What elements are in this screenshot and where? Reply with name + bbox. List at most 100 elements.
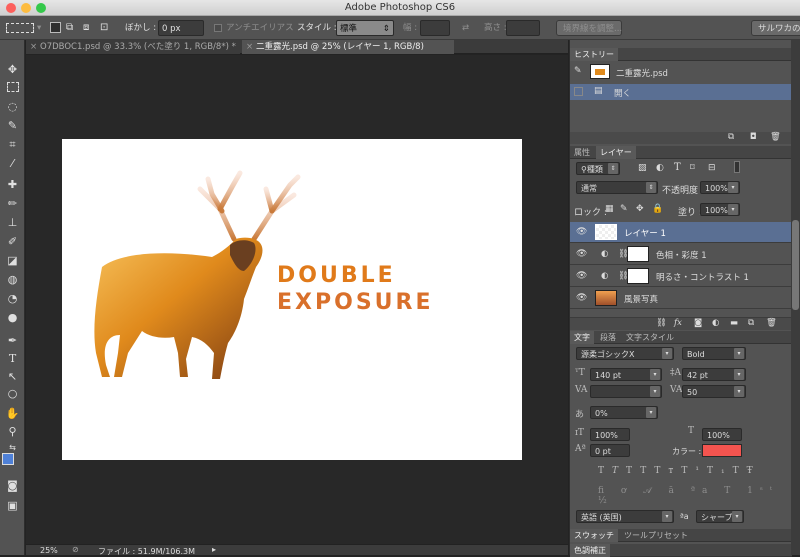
opentype-buttons[interactable]: ﬁ ơ 𝒜 ā ªa T 1ˢᵗ ½ bbox=[598, 486, 800, 506]
new-layer-icon[interactable]: ⧉ bbox=[748, 318, 754, 328]
height-input[interactable] bbox=[506, 20, 540, 36]
clone-stamp-tool-icon[interactable]: ⊥ bbox=[4, 215, 21, 231]
ellipse-tool-icon[interactable]: ○ bbox=[4, 386, 21, 402]
trash-icon[interactable]: 🗑 bbox=[766, 318, 777, 328]
language-select[interactable]: 英語 (英国) ▾ bbox=[576, 510, 674, 523]
antialias-select[interactable]: シャープ ▾ bbox=[696, 510, 744, 523]
layer-row-partial[interactable] bbox=[570, 310, 792, 318]
close-tab-icon[interactable]: × bbox=[246, 40, 253, 54]
layer-row[interactable]: 👁 風景写真 bbox=[570, 288, 792, 309]
tab-history[interactable]: ヒストリー bbox=[570, 48, 618, 61]
close-tab-icon[interactable]: × bbox=[30, 40, 37, 54]
add-mask-icon[interactable]: ◙ bbox=[694, 318, 702, 328]
tab-document-2[interactable]: × 二重露光.psd @ 25% (レイヤー 1, RGB/8) bbox=[242, 40, 454, 54]
tab-properties[interactable]: 属性 bbox=[570, 146, 594, 159]
history-snapshot-row[interactable]: ✎ 二重露光.psd bbox=[570, 62, 792, 82]
type-tool-icon[interactable]: T bbox=[4, 351, 21, 367]
blend-mode-select[interactable]: 通常 ⇕ bbox=[576, 181, 658, 194]
tab-document-1[interactable]: × O7DBOC1.psd @ 33.3% (べた塗り 1, RGB/8*) * bbox=[26, 40, 240, 54]
baseline-shift-input[interactable]: 0 pt bbox=[590, 444, 630, 457]
foreground-color-swatch[interactable] bbox=[2, 453, 14, 465]
lock-transparent-icon[interactable]: ▦ bbox=[605, 204, 614, 214]
shape-filter-icon[interactable]: ⌑ bbox=[690, 163, 695, 173]
style-select[interactable]: 標準 ⇕ bbox=[336, 20, 394, 36]
width-input[interactable] bbox=[420, 20, 450, 36]
history-brush-tool-icon[interactable]: ✐ bbox=[4, 234, 21, 250]
font-style-select[interactable]: Bold ▾ bbox=[682, 347, 746, 360]
marquee-tool-icon[interactable] bbox=[7, 82, 19, 92]
status-icon[interactable]: ⊘ bbox=[72, 545, 79, 554]
visibility-eye-icon[interactable]: 👁 bbox=[576, 293, 587, 303]
trash-icon[interactable]: 🗑 bbox=[770, 132, 781, 142]
zoom-tool-icon[interactable]: ⚲ bbox=[4, 424, 21, 440]
quick-mask-icon[interactable]: ◙ bbox=[4, 478, 21, 494]
type-filter-icon[interactable]: T bbox=[674, 162, 681, 173]
layer-filter-select[interactable]: ⚲種類 ⇕ bbox=[576, 162, 620, 175]
blur-tool-icon[interactable]: ◔ bbox=[4, 291, 21, 307]
new-group-icon[interactable]: ▬ bbox=[730, 318, 738, 328]
workspace-button[interactable]: サルワカの基 bbox=[751, 20, 800, 36]
visibility-eye-icon[interactable]: 👁 bbox=[576, 271, 587, 281]
layer-row[interactable]: 👁 ◐ ⛓ 明るさ・コントラスト 1 bbox=[570, 266, 792, 287]
chevron-down-icon[interactable]: ▾ bbox=[37, 20, 41, 36]
refine-edge-button[interactable]: 境界線を調整... bbox=[556, 20, 622, 36]
zoom-level[interactable]: 25% bbox=[40, 546, 58, 555]
tab-character[interactable]: 文字 bbox=[570, 331, 594, 344]
layer-row[interactable]: 👁 レイヤー 1 bbox=[570, 222, 792, 243]
lasso-tool-icon[interactable]: ◌ bbox=[4, 99, 21, 115]
fill-input[interactable]: 100% ▾ bbox=[700, 203, 740, 216]
type-style-buttons[interactable]: TTTTTᴛT¹T₁TŦ bbox=[598, 466, 761, 476]
tracking-input[interactable]: 50 ▾ bbox=[682, 385, 746, 398]
crop-tool-icon[interactable]: ⌗ bbox=[4, 137, 21, 153]
link-layers-icon[interactable]: ⛓ bbox=[656, 318, 667, 328]
new-adjustment-icon[interactable]: ◐ bbox=[712, 318, 719, 328]
panel-scrollbar-thumb[interactable] bbox=[792, 220, 799, 310]
move-tool-icon[interactable]: ✥ bbox=[4, 62, 21, 78]
new-document-from-state-icon[interactable]: ⧉ bbox=[728, 132, 734, 142]
eyedropper-tool-icon[interactable]: ⁄ bbox=[4, 156, 21, 172]
text-color-swatch[interactable] bbox=[702, 444, 742, 457]
visibility-eye-icon[interactable]: 👁 bbox=[576, 227, 587, 237]
pen-tool-icon[interactable]: ✒ bbox=[4, 333, 21, 349]
panel-scrollbar[interactable] bbox=[791, 40, 800, 555]
gradient-tool-icon[interactable]: ◍ bbox=[4, 272, 21, 288]
lock-image-icon[interactable]: ✎ bbox=[620, 204, 628, 214]
tab-swatches[interactable]: スウォッチ bbox=[570, 529, 618, 542]
swap-icon[interactable]: ⇄ bbox=[462, 20, 469, 36]
status-menu-arrow-icon[interactable]: ▸ bbox=[212, 545, 216, 554]
dodge-tool-icon[interactable]: ● bbox=[4, 310, 21, 326]
feather-input[interactable]: 0 px bbox=[158, 20, 204, 36]
lock-all-icon[interactable]: 🔒 bbox=[652, 204, 663, 214]
tab-paragraph[interactable]: 段落 bbox=[596, 331, 620, 344]
lock-position-icon[interactable]: ✥ bbox=[636, 204, 644, 214]
leading-input[interactable]: 42 pt ▾ bbox=[682, 368, 746, 381]
add-selection-icon[interactable]: ⧉ bbox=[66, 20, 73, 36]
tsume-input[interactable]: 0% ▾ bbox=[590, 406, 658, 419]
tab-tool-presets[interactable]: ツールプリセット bbox=[620, 529, 692, 542]
horizontal-scale-input[interactable]: 100% bbox=[702, 428, 742, 441]
filter-toggle[interactable] bbox=[734, 161, 740, 173]
fx-icon[interactable]: fx bbox=[674, 318, 682, 328]
tab-layers[interactable]: レイヤー bbox=[596, 146, 636, 159]
opacity-input[interactable]: 100% ▾ bbox=[700, 181, 740, 194]
intersect-selection-icon[interactable]: ⊡ bbox=[100, 20, 108, 36]
font-size-input[interactable]: 140 pt ▾ bbox=[590, 368, 662, 381]
vertical-scale-input[interactable]: 100% bbox=[590, 428, 630, 441]
hand-tool-icon[interactable]: ✋ bbox=[4, 406, 21, 422]
camera-icon[interactable]: ◘ bbox=[750, 132, 757, 142]
layer-row[interactable]: 👁 ◐ ⛓ 色相・彩度 1 bbox=[570, 244, 792, 265]
new-selection-icon[interactable] bbox=[50, 22, 61, 33]
font-family-select[interactable]: 源柔ゴシックX ▾ bbox=[576, 347, 674, 360]
path-selection-tool-icon[interactable]: ↖ bbox=[4, 369, 21, 385]
smart-object-filter-icon[interactable]: ⊟ bbox=[708, 163, 716, 173]
eraser-tool-icon[interactable]: ◪ bbox=[4, 253, 21, 269]
tab-adjustments[interactable]: 色調補正 bbox=[570, 544, 610, 557]
healing-brush-tool-icon[interactable]: ✚ bbox=[4, 177, 21, 193]
visibility-eye-icon[interactable]: 👁 bbox=[576, 249, 587, 259]
history-source-box[interactable] bbox=[574, 87, 583, 96]
brush-tool-icon[interactable]: ✏ bbox=[4, 196, 21, 212]
screen-mode-icon[interactable]: ▣ bbox=[4, 498, 21, 514]
kerning-input[interactable]: ▾ bbox=[590, 385, 662, 398]
history-item[interactable]: ▤ 開く bbox=[570, 84, 792, 100]
pixel-filter-icon[interactable]: ▨ bbox=[638, 163, 647, 173]
